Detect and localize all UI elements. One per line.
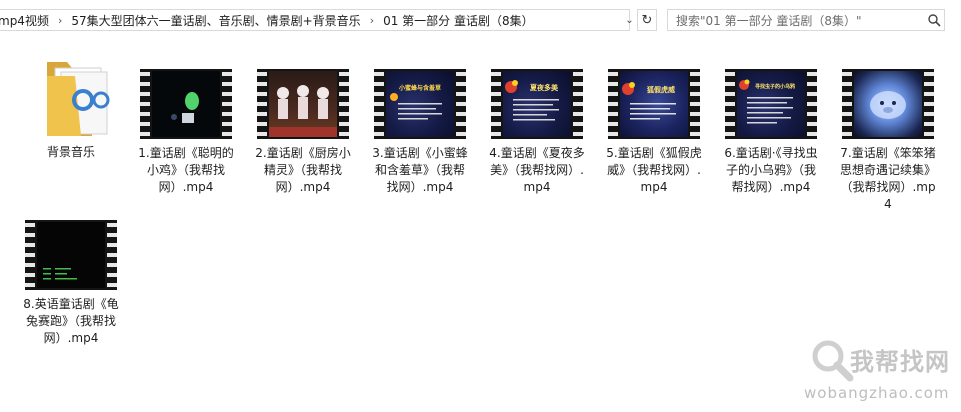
address-bar[interactable]: mp4视频 › 57集大型团体六一童话剧、音乐剧、情景剧+背景音乐 › 01 第…	[0, 9, 630, 31]
video-file-item[interactable]: 1.童话剧《聪明的小鸡》（我帮找网）.mp4	[133, 69, 239, 196]
video-thumbnail: 夏夜多美	[491, 69, 583, 139]
item-label: 7.童话剧《笨笨猪思想奇遇记续集》（我帮找网）.mp4	[839, 146, 936, 211]
refresh-button[interactable]: ↻	[637, 9, 657, 31]
breadcrumb-item-root[interactable]: mp4视频	[0, 12, 53, 29]
address-history-dropdown[interactable]: ⌄	[622, 9, 637, 31]
video-file-item[interactable]: 7.童话剧《笨笨猪思想奇遇记续集》（我帮找网）.mp4	[835, 69, 941, 213]
video-file-item[interactable]: 小蜜蜂与含羞草 3.童话剧《小蜜蜂和含羞草》（我帮找网）.mp4	[367, 69, 473, 196]
watermark-url: wobangzhao.com	[804, 384, 950, 402]
chevron-right-icon[interactable]: ›	[53, 14, 67, 27]
chevron-down-icon: ⌄	[625, 14, 634, 26]
magnifier-logo-icon	[812, 340, 854, 382]
video-thumbnail: 狐假虎威	[608, 69, 700, 139]
video-file-item[interactable]: 夏夜多美 4.童话剧《夏夜多美》（我帮找网）.mp4	[484, 69, 590, 196]
item-label: 8.英语童话剧《龟兔赛跑》（我帮找网）.mp4	[23, 297, 119, 345]
video-file-item[interactable]: 8.英语童话剧《龟兔赛跑》（我帮找网）.mp4	[18, 220, 124, 347]
breadcrumb-item-collection[interactable]: 57集大型团体六一童话剧、音乐剧、情景剧+背景音乐	[67, 12, 364, 29]
item-label: 背景音乐	[46, 145, 95, 159]
search-input[interactable]: 搜索"01 第一部分 童话剧（8集）"	[668, 12, 924, 29]
navigation-bar: mp4视频 › 57集大型团体六一童话剧、音乐剧、情景剧+背景音乐 › 01 第…	[0, 0, 961, 40]
folder-item[interactable]: 背景音乐	[18, 56, 124, 161]
video-file-item[interactable]: 寻找虫子的小乌鸦 6.童话剧·《寻找虫子的小乌鸦》（我帮找网）.mp4	[718, 69, 824, 196]
refresh-icon: ↻	[641, 12, 653, 28]
video-file-item[interactable]: 狐假虎威 5.童话剧《狐假虎威》（我帮找网）.mp4	[601, 69, 707, 196]
video-thumbnail: 小蜜蜂与含羞草	[374, 69, 466, 139]
item-label: 1.童话剧《聪明的小鸡》（我帮找网）.mp4	[138, 146, 234, 194]
item-label: 5.童话剧《狐假虎威》（我帮找网）.mp4	[606, 146, 702, 194]
item-label: 6.童话剧·《寻找虫子的小乌鸦》（我帮找网）.mp4	[724, 146, 818, 194]
item-label: 3.童话剧《小蜜蜂和含羞草》（我帮找网）.mp4	[372, 146, 468, 194]
video-thumbnail	[25, 220, 117, 290]
video-thumbnail	[140, 69, 232, 139]
video-file-item[interactable]: 2.童话剧《厨房小精灵》（我帮找网）.mp4	[250, 69, 356, 196]
item-label: 2.童话剧《厨房小精灵》（我帮找网）.mp4	[255, 146, 351, 194]
breadcrumb-item-current[interactable]: 01 第一部分 童话剧（8集）	[379, 12, 538, 29]
chevron-right-icon[interactable]: ›	[365, 14, 379, 27]
search-box[interactable]: 搜索"01 第一部分 童话剧（8集）"	[667, 9, 945, 31]
folder-icon	[25, 56, 117, 140]
video-thumbnail	[257, 69, 349, 139]
video-thumbnail: 寻找虫子的小乌鸦	[725, 69, 817, 139]
watermark: 我帮找网 wobangzhao.com	[804, 338, 960, 412]
item-label: 4.童话剧《夏夜多美》（我帮找网）.mp4	[489, 146, 585, 194]
search-icon[interactable]	[924, 13, 944, 27]
video-thumbnail	[842, 69, 934, 139]
watermark-brand: 我帮找网	[850, 348, 950, 376]
